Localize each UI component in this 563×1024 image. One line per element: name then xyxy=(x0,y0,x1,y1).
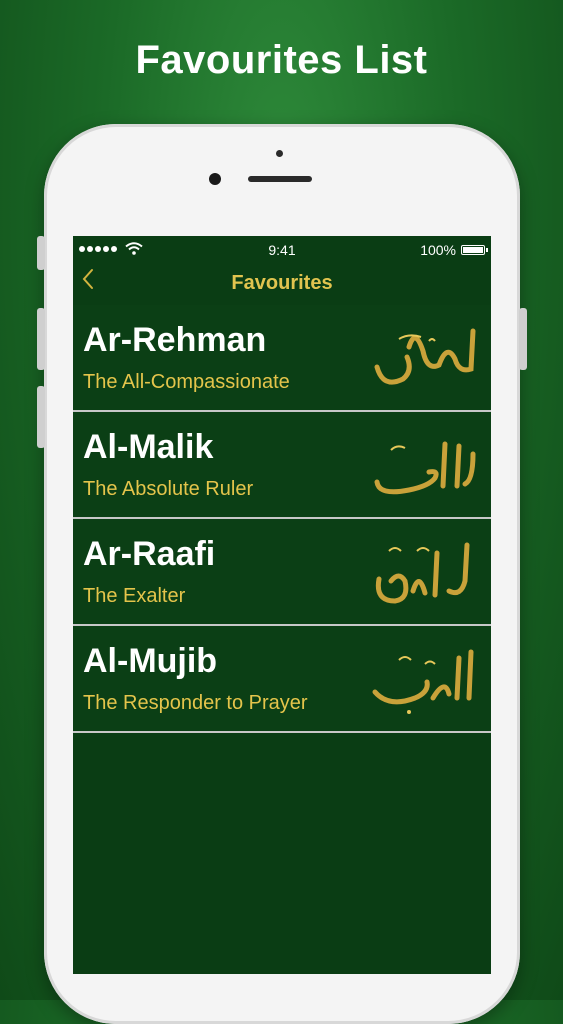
favourites-list: Ar-Rehman The All-Compassionate Al-Malik… xyxy=(73,305,491,733)
item-meaning: The Absolute Ruler xyxy=(83,478,254,500)
item-name: Al-Malik xyxy=(83,428,214,466)
favourite-item[interactable]: Ar-Rehman The All-Compassionate xyxy=(73,305,491,412)
favourite-item[interactable]: Al-Malik The Absolute Ruler xyxy=(73,412,491,519)
phone-frame: 9:41 100% Favourites Ar-Rehman The All-C… xyxy=(37,124,527,1024)
item-name: Ar-Raafi xyxy=(83,535,216,573)
item-meaning: The Responder to Prayer xyxy=(83,692,308,714)
volume-up-button xyxy=(37,308,45,370)
earpiece-speaker xyxy=(248,176,312,182)
volume-down-button xyxy=(37,386,45,448)
status-bar: 9:41 100% xyxy=(73,236,491,264)
arabic-calligraphy-image xyxy=(372,649,474,714)
app-screen: 9:41 100% Favourites Ar-Rehman The All-C… xyxy=(73,236,491,974)
promo-title: Favourites List xyxy=(135,38,428,82)
favourite-item[interactable]: Ar-Raafi The Exalter xyxy=(73,519,491,626)
item-name: Ar-Rehman xyxy=(83,321,267,359)
battery-percentage: 100% xyxy=(420,242,456,258)
nav-title: Favourites xyxy=(231,272,333,294)
item-meaning: The All-Compassionate xyxy=(83,371,290,393)
navigation-bar: Favourites xyxy=(73,264,491,302)
favourite-item[interactable]: Al-Mujib The Responder to Prayer xyxy=(73,626,491,733)
battery-status: 100% xyxy=(420,242,488,258)
arabic-calligraphy-image xyxy=(374,328,476,385)
mute-switch xyxy=(37,236,45,270)
front-camera xyxy=(209,173,221,185)
item-meaning: The Exalter xyxy=(83,585,186,607)
arabic-calligraphy-image xyxy=(375,542,470,604)
arabic-calligraphy-image xyxy=(374,441,476,495)
power-button xyxy=(519,308,527,370)
item-name: Al-Mujib xyxy=(83,642,218,680)
battery-icon xyxy=(461,245,488,255)
proximity-sensor xyxy=(276,150,283,157)
